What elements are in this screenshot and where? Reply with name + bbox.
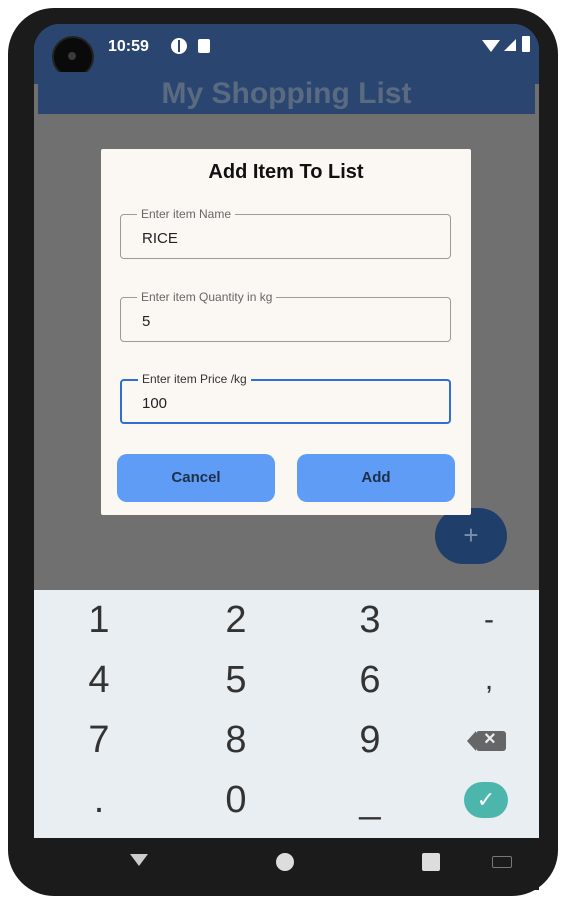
app-title: My Shopping List: [161, 77, 412, 110]
add-item-dialog: Add Item To List Enter item Name RICE En…: [101, 149, 471, 515]
item-price-field[interactable]: Enter item Price /kg 100: [120, 372, 451, 424]
battery-icon: [522, 36, 530, 52]
key-8[interactable]: 8: [176, 712, 296, 768]
home-icon[interactable]: [276, 853, 294, 871]
navigation-bar: [34, 840, 539, 890]
key-7[interactable]: 7: [39, 712, 159, 768]
status-time: 10:59: [108, 38, 149, 55]
item-quantity-label: Enter item Quantity in kg: [137, 290, 277, 304]
numeric-keyboard: 1 2 3 - 4 5 6 , 7 8 9 . 0 _ ✓: [34, 590, 539, 838]
app-bar: My Shopping List: [38, 72, 535, 114]
signal-icon: [504, 39, 516, 51]
key-0[interactable]: 0: [176, 772, 296, 828]
item-name-label: Enter item Name: [137, 207, 236, 221]
key-underscore[interactable]: _: [310, 772, 430, 828]
key-2[interactable]: 2: [176, 592, 296, 648]
sd-card-icon: [198, 39, 210, 53]
key-1[interactable]: 1: [39, 592, 159, 648]
wifi-icon: [482, 40, 500, 52]
item-quantity-field[interactable]: Enter item Quantity in kg 5: [120, 290, 451, 342]
add-item-fab[interactable]: +: [435, 508, 507, 564]
item-quantity-value: 5: [142, 313, 151, 330]
add-button[interactable]: Add: [297, 454, 455, 502]
backspace-icon[interactable]: [467, 728, 506, 751]
key-period[interactable]: .: [39, 772, 159, 828]
key-5[interactable]: 5: [176, 652, 296, 708]
key-9[interactable]: 9: [310, 712, 430, 768]
item-price-label: Enter item Price /kg: [138, 372, 251, 386]
key-comma[interactable]: ,: [429, 652, 539, 708]
plus-icon: +: [463, 520, 479, 550]
back-icon[interactable]: [130, 854, 148, 866]
item-price-value: 100: [142, 395, 168, 412]
done-check-icon[interactable]: ✓: [464, 782, 508, 818]
cancel-button[interactable]: Cancel: [117, 454, 275, 502]
key-3[interactable]: 3: [310, 592, 430, 648]
data-saver-icon: [171, 38, 187, 54]
key-6[interactable]: 6: [310, 652, 430, 708]
key-4[interactable]: 4: [39, 652, 159, 708]
key-minus[interactable]: -: [429, 592, 539, 648]
keyboard-switch-icon[interactable]: [492, 856, 512, 868]
dialog-title: Add Item To List: [208, 161, 364, 183]
app-screen: 10:59 My Shopping List + 1 2 3 - 4 5 6 ,…: [34, 24, 539, 838]
item-name-field[interactable]: Enter item Name RICE: [120, 207, 451, 259]
recent-apps-icon[interactable]: [422, 853, 440, 871]
item-name-value: RICE: [142, 230, 178, 247]
